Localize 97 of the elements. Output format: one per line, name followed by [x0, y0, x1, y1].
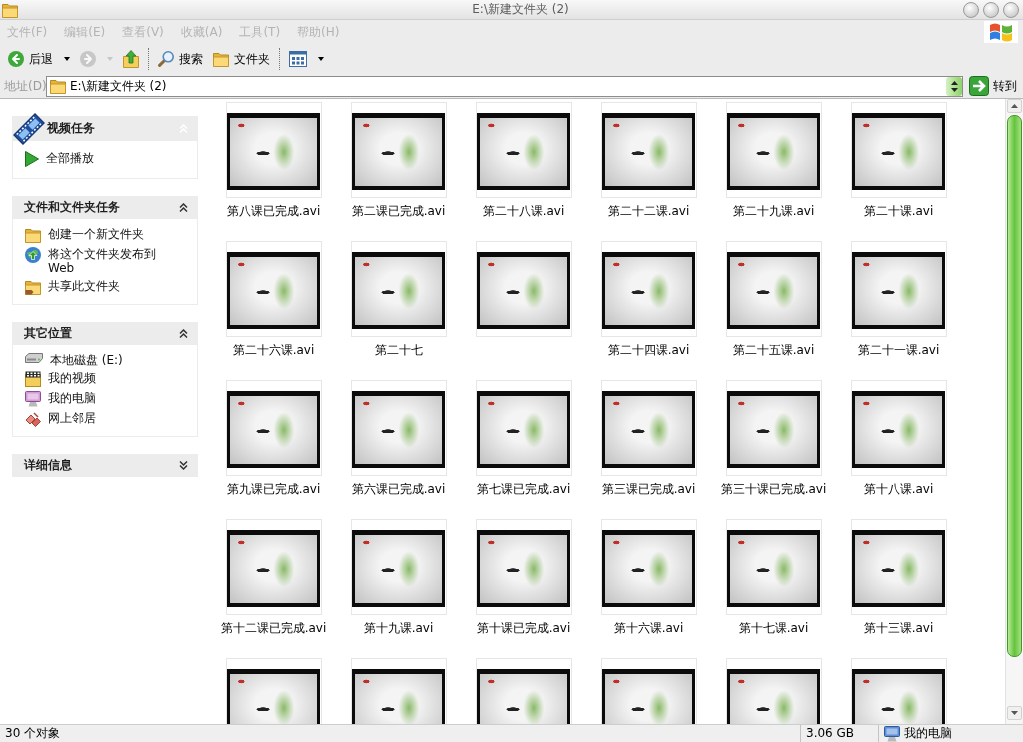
folder-up-icon: [123, 50, 139, 68]
window-control-button[interactable]: [1003, 1, 1019, 18]
file-name[interactable]: 第二十二课.avi: [605, 204, 692, 219]
dropdown-button[interactable]: [946, 76, 962, 96]
file-name[interactable]: 第十三课.avi: [861, 621, 936, 636]
thumbnail-frame[interactable]: [350, 380, 447, 476]
task-link[interactable]: 将这个文件夹发布到 Web: [25, 247, 167, 275]
file-name[interactable]: 第十七课.avi: [736, 621, 811, 636]
thumbnail-frame[interactable]: [725, 519, 822, 615]
file-name[interactable]: 第十课已完成.avi: [474, 621, 573, 636]
location-label: 我的电脑: [904, 726, 952, 741]
view-grid-icon: [289, 51, 307, 67]
thumbnail-frame[interactable]: [225, 380, 322, 476]
file-name[interactable]: 第二课已完成.avi: [349, 204, 448, 219]
down-arrow-icon: [1011, 711, 1018, 715]
scroll-up-button[interactable]: [1007, 99, 1022, 113]
task-link[interactable]: 创建一个新文件夹: [25, 227, 167, 243]
thumbnail-frame[interactable]: [850, 102, 947, 198]
thumbnail-frame[interactable]: [475, 102, 572, 198]
thumbnail-frame[interactable]: [225, 102, 322, 198]
file-name[interactable]: 第十二课已完成.avi: [218, 621, 329, 636]
thumbnail-frame[interactable]: [850, 241, 947, 337]
file-name[interactable]: 第三十课已完成.avi: [718, 482, 829, 497]
panel-header[interactable]: 视频任务: [12, 116, 198, 141]
file-name[interactable]: 第二十四课.avi: [605, 343, 692, 358]
file-name[interactable]: 第二十七: [372, 343, 425, 358]
file-name[interactable]: 第十六课.avi: [611, 621, 686, 636]
film-folder-icon: [25, 371, 41, 387]
thumbnail-frame[interactable]: [850, 519, 947, 615]
file-name[interactable]: 第二十课.avi: [861, 204, 936, 219]
thumbnail-frame[interactable]: [350, 241, 447, 337]
file-name[interactable]: 第三课已完成.avi: [599, 482, 698, 497]
disk-drive-icon: [25, 353, 43, 363]
right-arrow-icon: [969, 76, 989, 96]
folder-icon: [2, 1, 18, 18]
thumbnail-frame[interactable]: [725, 241, 822, 337]
file-name[interactable]: 第八课已完成.avi: [224, 204, 323, 219]
thumbnail-frame[interactable]: [225, 519, 322, 615]
window-title: E:\新建文件夹 (2): [471, 2, 570, 17]
task-link[interactable]: 本地磁盘 (E:): [25, 353, 167, 367]
file-name[interactable]: 第十九课.avi: [361, 621, 436, 636]
thumbnail-frame[interactable]: [475, 241, 572, 337]
folder-icon: [50, 78, 66, 94]
thumbnail-frame[interactable]: [475, 380, 572, 476]
thumbnail-frame[interactable]: [725, 380, 822, 476]
thumbnail-frame[interactable]: [350, 102, 447, 198]
thumbnail-frame[interactable]: [600, 102, 697, 198]
file-name[interactable]: 第二十五课.avi: [730, 343, 817, 358]
panel-header[interactable]: 其它位置: [12, 322, 198, 345]
thumbnail-frame[interactable]: [475, 519, 572, 615]
address-field[interactable]: E:\新建文件夹 (2): [46, 75, 963, 97]
window-control-button[interactable]: [963, 1, 979, 18]
go-button[interactable]: 转到: [967, 76, 1017, 96]
globe-icon: [25, 247, 41, 263]
network-icon: [25, 411, 41, 427]
task-link[interactable]: 我的视频: [25, 371, 167, 387]
file-name[interactable]: 第六课已完成.avi: [349, 482, 448, 497]
object-count: 30 个对象: [5, 726, 61, 741]
task-link[interactable]: 我的电脑: [25, 391, 167, 407]
file-name[interactable]: 第二十九课.avi: [730, 204, 817, 219]
flag-logo: [984, 21, 1018, 43]
window-control-button[interactable]: [983, 1, 999, 18]
panel-header[interactable]: 详细信息: [12, 454, 198, 477]
play-icon: [25, 151, 39, 167]
thumbnail-frame[interactable]: [850, 380, 947, 476]
computer-icon: [25, 391, 41, 407]
scroll-thumb[interactable]: [1007, 115, 1022, 657]
scroll-down-button[interactable]: [1007, 706, 1022, 720]
task-link[interactable]: 全部播放: [25, 151, 167, 167]
file-name[interactable]: 第二十一课.avi: [855, 343, 942, 358]
thumbnail-frame[interactable]: [350, 519, 447, 615]
address-input[interactable]: E:\新建文件夹 (2): [70, 78, 942, 94]
task-link[interactable]: 网上邻居: [25, 411, 167, 427]
search-icon: [158, 51, 174, 67]
file-name[interactable]: 第十八课.avi: [861, 482, 936, 497]
up-arrow-icon: [1011, 104, 1018, 108]
scrollbar[interactable]: [1005, 99, 1023, 724]
computer-icon: [884, 725, 900, 742]
folder-icon: [25, 279, 41, 295]
file-name[interactable]: 第九课已完成.avi: [224, 482, 323, 497]
task-link[interactable]: 共享此文件夹: [25, 279, 167, 295]
search-button[interactable]: 搜索: [154, 46, 207, 72]
thumbnail-frame[interactable]: [600, 380, 697, 476]
thumbnail-frame[interactable]: [600, 241, 697, 337]
folder-icon: [213, 51, 229, 67]
total-size: 3.06 GB: [806, 726, 855, 741]
thumbnail-frame[interactable]: [725, 102, 822, 198]
panel-header[interactable]: 文件和文件夹任务: [12, 196, 198, 219]
thumbnail-frame[interactable]: [600, 519, 697, 615]
file-name[interactable]: 第七课已完成.avi: [474, 482, 573, 497]
thumbnail-frame[interactable]: [225, 241, 322, 337]
file-name[interactable]: 第二十六课.avi: [230, 343, 317, 358]
back-button[interactable]: 后退: [4, 46, 74, 72]
folder-icon: [25, 227, 41, 243]
file-name[interactable]: 第二十八课.avi: [480, 204, 567, 219]
folders-button[interactable]: 文件夹: [209, 46, 274, 72]
up-down-arrows-icon: [950, 80, 958, 92]
